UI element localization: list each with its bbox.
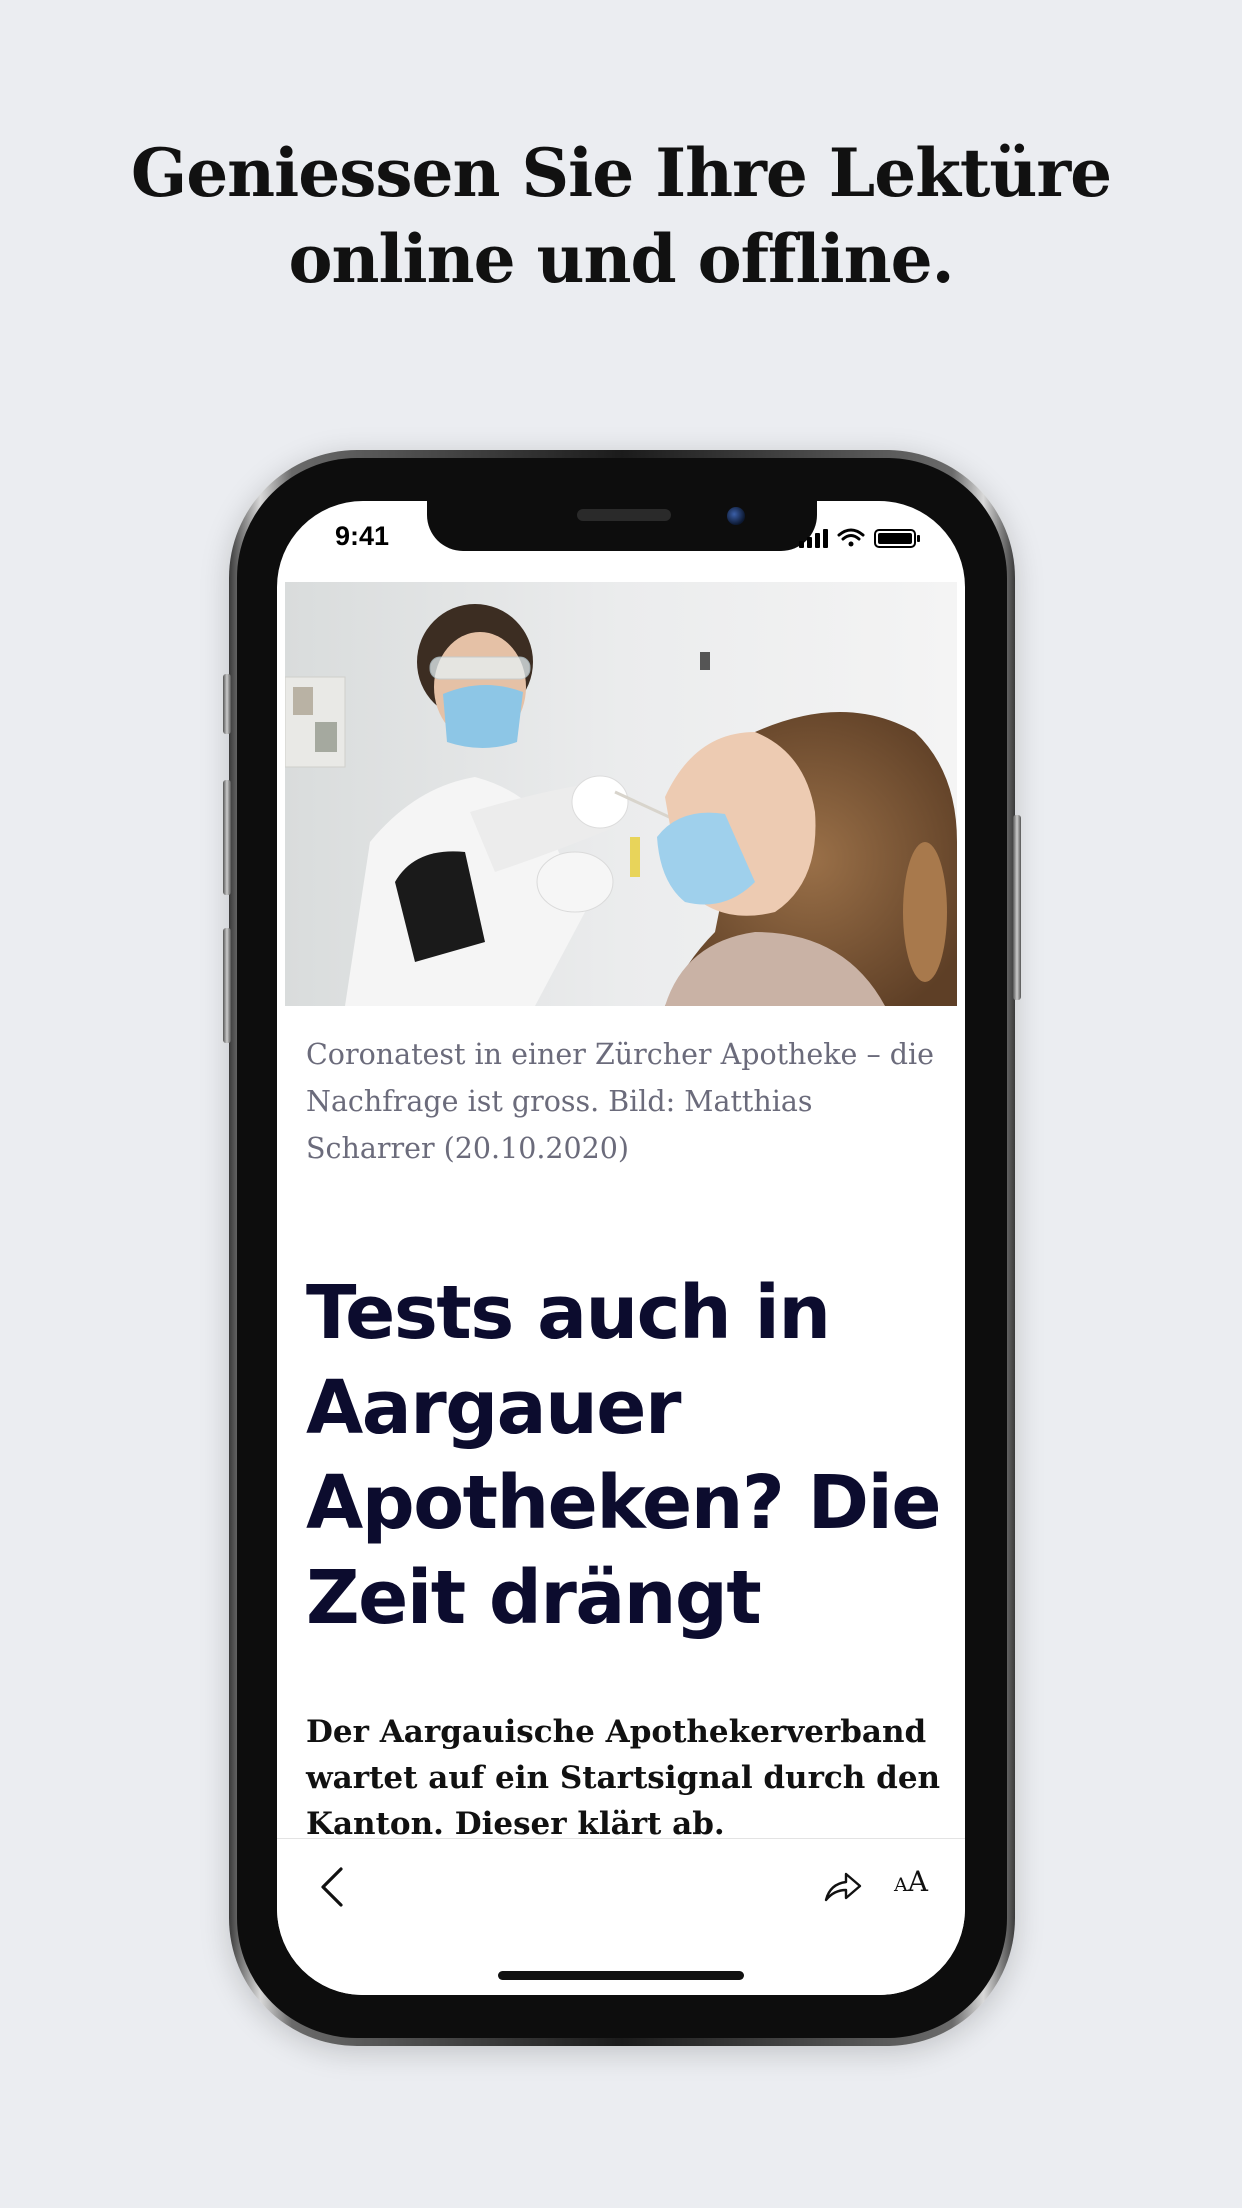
mute-switch [223,674,231,734]
battery-icon [874,529,920,548]
promo-headline-line1: Geniessen Sie Ihre Lektüre [130,134,1112,212]
font-size-small-label: A [894,1874,908,1896]
phone-screen: 9:41 Coronatest in einer Zürcher Apothek… [277,501,965,1995]
volume-up-button [223,780,231,895]
promo-headline: Geniessen Sie Ihre Lektüre online und of… [0,130,1242,302]
notch [427,501,817,551]
home-indicator[interactable] [498,1971,744,1980]
front-camera [727,507,745,525]
article-lead: Der Aargauische Apothekerverband wartet … [306,1714,941,1842]
power-button [1013,815,1021,1000]
font-size-big-label: A [907,1865,928,1898]
font-size-button[interactable]: AA [894,1865,954,1905]
promo-headline-line2: online und offline. [288,220,954,298]
share-icon[interactable] [820,1866,864,1906]
article-photo [285,582,957,1006]
volume-down-button [223,928,231,1043]
status-time: 9:41 [335,521,390,551]
phone-frame: 9:41 Coronatest in einer Zürcher Apothek… [223,450,1021,2046]
chevron-left-icon[interactable] [313,1863,353,1911]
status-icons [799,528,920,548]
speaker-grille [577,509,671,521]
signal-icon [799,529,828,548]
wifi-icon [837,528,865,547]
image-caption: Coronatest in einer Zürcher Apotheke – d… [306,1038,935,1165]
article-title[interactable]: Tests auch in Aargauer Apotheken? Die Ze… [306,1266,946,1646]
